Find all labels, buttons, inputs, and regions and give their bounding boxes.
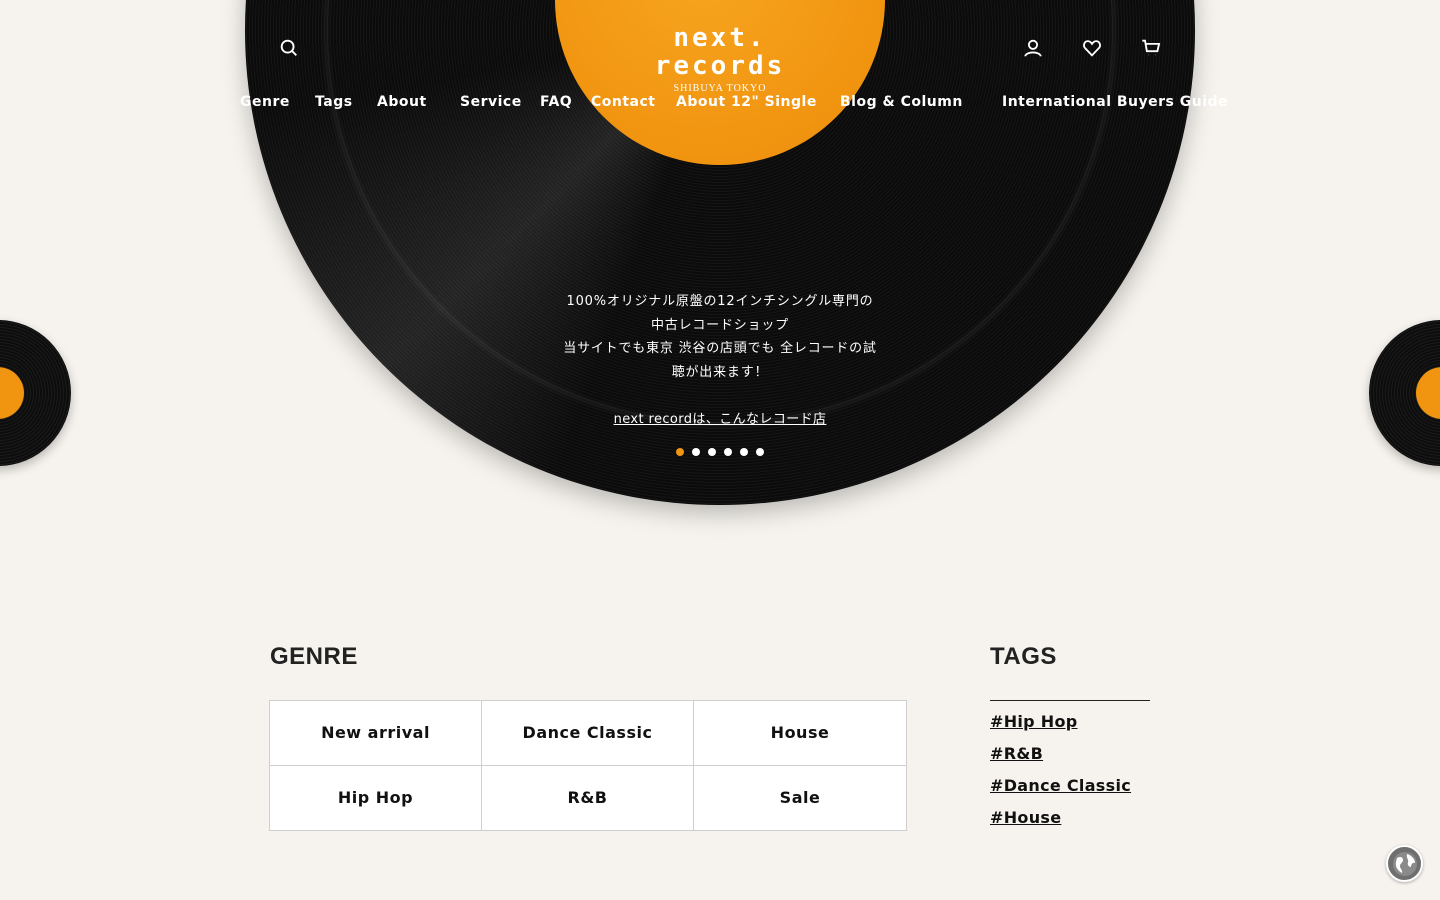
search-button[interactable] (275, 34, 303, 62)
hero-line: 聴が出来ます！ (671, 364, 769, 380)
hero-description: 100%オリジナル原盤の12インチシングル専門の 中古レコードショップ 当サイト… (560, 290, 880, 384)
tag-item: #Dance Classic (990, 776, 1131, 808)
language-button[interactable] (1386, 845, 1423, 882)
tag-house[interactable]: #House (990, 808, 1061, 827)
hero-line: 中古レコードショップ (650, 317, 789, 333)
nav-contact[interactable]: Contact (591, 94, 656, 110)
slider-dot-2[interactable] (692, 448, 700, 456)
nav-about[interactable]: About (377, 94, 427, 110)
nav-blog-column[interactable]: Blog & Column (840, 94, 963, 110)
search-icon (280, 39, 297, 56)
site-header: next. records SHIBUYA TOKYO Genre Tags A… (0, 0, 1440, 140)
heart-icon (1083, 40, 1101, 57)
globe-icon (1392, 851, 1417, 876)
genre-house[interactable]: House (694, 701, 906, 766)
tag-item: #R&B (990, 744, 1131, 776)
page: next. records SHIBUYA TOKYO Genre Tags A… (0, 0, 1440, 900)
tag-item: #Hip Hop (990, 712, 1131, 744)
tag-rnb[interactable]: #R&B (990, 744, 1043, 763)
left-vinyl-decoration (0, 320, 71, 466)
slider-dot-6[interactable] (756, 448, 764, 456)
slider-dot-4[interactable] (724, 448, 732, 456)
slider-dot-3[interactable] (708, 448, 716, 456)
site-logo[interactable]: next. records SHIBUYA TOKYO (600, 24, 840, 94)
tag-hip-hop[interactable]: #Hip Hop (990, 712, 1078, 731)
about-shop-link[interactable]: next recordは、こんなレコード店 (560, 408, 880, 427)
tags-list: #Hip Hop #R&B #Dance Classic #House (990, 712, 1131, 840)
tags-heading: TAGS (990, 643, 1057, 670)
nav-tags[interactable]: Tags (315, 94, 353, 110)
nav-genre[interactable]: Genre (240, 94, 290, 110)
genre-heading: GENRE (270, 643, 358, 670)
genre-dance-classic[interactable]: Dance Classic (482, 701, 694, 766)
nav-international-buyers-guide[interactable]: International Buyers Guide (1002, 94, 1228, 110)
cart-button[interactable] (1137, 34, 1165, 62)
tags-divider (990, 700, 1150, 701)
right-vinyl-decoration (1369, 320, 1440, 466)
cart-icon (1142, 39, 1161, 56)
tag-dance-classic[interactable]: #Dance Classic (990, 776, 1131, 795)
genre-rnb[interactable]: R&B (482, 765, 694, 830)
genre-grid: New arrival Dance Classic House Hip Hop … (269, 700, 907, 831)
slider-dot-1[interactable] (676, 448, 684, 456)
account-button[interactable] (1019, 34, 1047, 62)
slider-dots (676, 448, 764, 456)
user-icon (1024, 39, 1042, 57)
nav-faq[interactable]: FAQ (540, 94, 572, 110)
nav-about-12-single[interactable]: About 12" Single (676, 94, 817, 110)
main-nav: Genre Tags About Service FAQ Contact Abo… (0, 94, 1440, 114)
hero-line: 当サイトでも東京 渋谷の店頭でも 全レコードの試 (563, 341, 877, 356)
nav-service[interactable]: Service (460, 94, 522, 110)
slider-dot-5[interactable] (740, 448, 748, 456)
logo-subtitle: SHIBUYA TOKYO (673, 83, 767, 94)
genre-new-arrival[interactable]: New arrival (270, 701, 482, 766)
favorites-button[interactable] (1078, 34, 1106, 62)
genre-hip-hop[interactable]: Hip Hop (270, 765, 482, 830)
genre-sale[interactable]: Sale (694, 766, 906, 831)
tag-item: #House (990, 808, 1131, 840)
logo-text: next. records (654, 23, 786, 81)
hero-line: 100%オリジナル原盤の12インチシングル専門の (566, 294, 874, 309)
